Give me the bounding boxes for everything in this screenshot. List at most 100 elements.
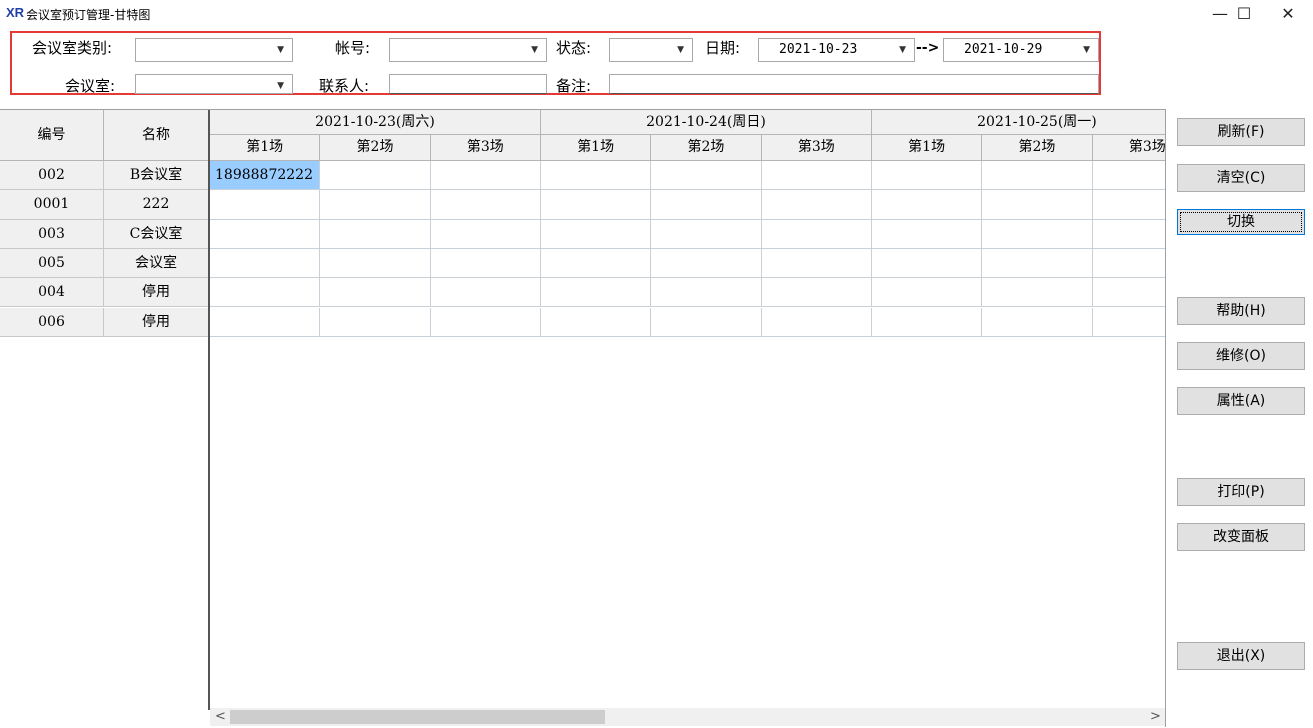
frozen-column-divider xyxy=(208,110,210,710)
scroll-left-icon[interactable]: < xyxy=(215,709,226,724)
remark-input[interactable] xyxy=(609,74,1099,94)
session-header: 第3场 xyxy=(1092,135,1165,161)
booking-cell[interactable] xyxy=(540,219,652,249)
title-bar: XR 会议室预订管理-甘特图 — ☐ ✕ xyxy=(0,0,1313,28)
gantt-grid[interactable]: 编号 名称 2021-10-23(周六) 第1场 第2场 第3场 2021-10-24(周日… xyxy=(0,109,1165,728)
booking-cell[interactable] xyxy=(210,307,321,337)
booking-cell[interactable] xyxy=(761,161,872,191)
status-label: 状态: xyxy=(556,39,592,57)
booking-cell[interactable] xyxy=(761,248,872,279)
booking-cell[interactable] xyxy=(430,278,541,308)
room-select[interactable]: ▼ xyxy=(135,74,293,94)
properties-button[interactable]: 属性(A) xyxy=(1177,387,1305,415)
session-header: 第2场 xyxy=(982,135,1093,161)
booking-cell[interactable] xyxy=(430,307,541,337)
booking-cell[interactable] xyxy=(982,278,1093,308)
account-label: 帐号: xyxy=(335,39,371,57)
booking-cell[interactable] xyxy=(982,219,1093,249)
booking-cell[interactable] xyxy=(871,278,983,308)
booking-cell[interactable] xyxy=(1092,307,1165,337)
booking-cell[interactable] xyxy=(651,190,762,220)
chevron-down-icon: ▼ xyxy=(677,45,684,55)
booking-cell[interactable] xyxy=(1092,248,1165,279)
clear-button[interactable]: 清空(C) xyxy=(1177,164,1305,192)
day-header: 2021-10-25(周一) xyxy=(871,110,1165,135)
booking-cell[interactable] xyxy=(761,278,872,308)
booking-cell[interactable] xyxy=(982,190,1093,220)
print-button[interactable]: 打印(P) xyxy=(1177,478,1305,506)
booking-cell[interactable] xyxy=(871,307,983,337)
booking-cell[interactable] xyxy=(1092,219,1165,249)
booking-cell[interactable] xyxy=(1092,161,1165,191)
booking-cell[interactable] xyxy=(320,278,431,308)
chevron-down-icon: ▼ xyxy=(899,45,906,55)
booking-cell[interactable] xyxy=(210,219,321,249)
booking-cell[interactable] xyxy=(430,248,541,279)
switch-button[interactable]: 切换 xyxy=(1177,209,1305,235)
booking-cell[interactable] xyxy=(761,219,872,249)
booking-cell[interactable] xyxy=(320,161,431,191)
booking-cell[interactable] xyxy=(871,219,983,249)
booking-cell[interactable] xyxy=(871,248,983,279)
booking-cell[interactable] xyxy=(982,161,1093,191)
booking-cell[interactable] xyxy=(210,248,321,279)
scrollbar-thumb[interactable] xyxy=(230,710,605,724)
repair-button[interactable]: 维修(O) xyxy=(1177,342,1305,370)
date-from-picker[interactable]: 2021-10-23 ▼ xyxy=(758,38,915,62)
row-id-cell: 005 xyxy=(0,248,104,279)
booking-cell[interactable] xyxy=(871,161,983,191)
window-title: 会议室预订管理-甘特图 xyxy=(26,8,151,22)
booking-cell[interactable] xyxy=(430,219,541,249)
booking-cell[interactable] xyxy=(651,307,762,337)
horizontal-scrollbar[interactable]: < > xyxy=(210,708,1165,726)
booking-cell[interactable]: 18988872222 xyxy=(210,161,321,191)
booking-cell[interactable] xyxy=(320,248,431,279)
status-select[interactable]: ▼ xyxy=(609,38,693,62)
session-header: 第1场 xyxy=(871,135,983,161)
booking-cell[interactable] xyxy=(540,161,652,191)
booking-cell[interactable] xyxy=(210,190,321,220)
room-type-select[interactable]: ▼ xyxy=(135,38,293,62)
refresh-button[interactable]: 刷新(F) xyxy=(1177,118,1305,146)
booking-cell[interactable] xyxy=(1092,190,1165,220)
session-header: 第3场 xyxy=(761,135,872,161)
scroll-right-icon[interactable]: > xyxy=(1150,709,1161,724)
booking-cell[interactable] xyxy=(761,190,872,220)
change-panel-button[interactable]: 改变面板 xyxy=(1177,523,1305,551)
booking-cell[interactable] xyxy=(430,190,541,220)
day-header: 2021-10-24(周日) xyxy=(540,110,872,135)
booking-cell[interactable] xyxy=(540,307,652,337)
contact-input[interactable] xyxy=(389,74,547,94)
booking-cell[interactable] xyxy=(320,219,431,249)
help-button[interactable]: 帮助(H) xyxy=(1177,297,1305,325)
date-label: 日期: xyxy=(705,39,741,57)
booking-cell[interactable] xyxy=(540,278,652,308)
date-to-picker[interactable]: 2021-10-29 ▼ xyxy=(943,38,1099,62)
account-select[interactable]: ▼ xyxy=(389,38,547,62)
booking-cell[interactable] xyxy=(540,190,652,220)
booking-cell[interactable] xyxy=(871,190,983,220)
booking-cell[interactable] xyxy=(210,278,321,308)
booking-cell[interactable] xyxy=(651,248,762,279)
row-id-cell: 002 xyxy=(0,161,104,191)
column-header-id: 编号 xyxy=(0,110,104,161)
booking-cell[interactable] xyxy=(540,248,652,279)
booking-cell[interactable] xyxy=(982,248,1093,279)
session-header: 第2场 xyxy=(320,135,431,161)
close-button[interactable]: ✕ xyxy=(1266,2,1310,26)
booking-cell[interactable] xyxy=(761,307,872,337)
session-header: 第2场 xyxy=(651,135,762,161)
app-logo-icon: XR xyxy=(6,5,25,20)
booking-cell[interactable] xyxy=(982,307,1093,337)
booking-cell[interactable] xyxy=(651,161,762,191)
booking-cell[interactable] xyxy=(651,219,762,249)
chevron-down-icon: ▼ xyxy=(531,45,538,55)
booking-cell[interactable] xyxy=(320,190,431,220)
exit-button[interactable]: 退出(X) xyxy=(1177,642,1305,670)
booking-cell[interactable] xyxy=(651,278,762,308)
booking-cell[interactable] xyxy=(430,161,541,191)
booking-cell[interactable] xyxy=(320,307,431,337)
session-header: 第1场 xyxy=(210,135,321,161)
maximize-button[interactable]: ☐ xyxy=(1222,2,1266,26)
booking-cell[interactable] xyxy=(1092,278,1165,308)
